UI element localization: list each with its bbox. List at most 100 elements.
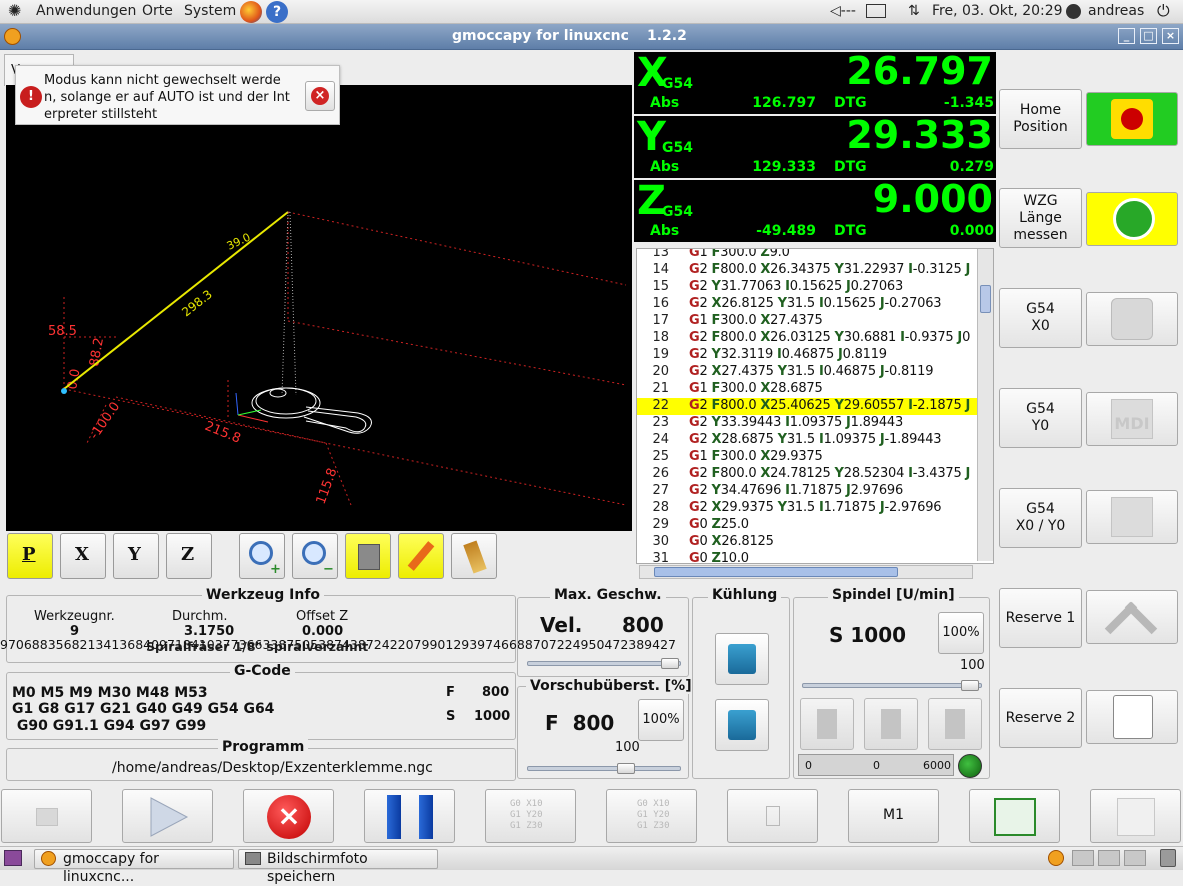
- dro-z[interactable]: Z G54 9.000 Abs -49.489 DTG 0.000: [634, 180, 996, 242]
- view-y-button[interactable]: Y: [113, 533, 159, 579]
- ubuntu-logo-icon[interactable]: ✺: [8, 1, 21, 20]
- mdi-mode-button[interactable]: MDI: [1086, 392, 1178, 446]
- hscroll-thumb[interactable]: [654, 567, 898, 577]
- view-x-button[interactable]: X: [60, 533, 106, 579]
- spindle-stop-button[interactable]: [864, 698, 918, 750]
- gcode-line[interactable]: 25 G1 F300.0 X29.9375: [637, 449, 977, 466]
- trash-icon[interactable]: [1160, 849, 1176, 867]
- spindle-override-knob[interactable]: [961, 680, 979, 691]
- power-icon[interactable]: ⏻: [1157, 1, 1170, 21]
- spindle-override-slider[interactable]: [802, 683, 982, 688]
- run-button[interactable]: [122, 789, 213, 843]
- menu-applications[interactable]: Anwendungen: [36, 3, 136, 19]
- volume-icon[interactable]: ◁---: [830, 3, 856, 19]
- toggle-tool-path-button[interactable]: [398, 533, 444, 579]
- gcode-line[interactable]: 14 G2 F800.0 X26.34375 Y31.22937 I-0.3125…: [637, 262, 977, 279]
- maximize-icon[interactable]: □: [1140, 28, 1157, 44]
- spindle-cw-button[interactable]: [928, 698, 982, 750]
- gcode-line[interactable]: 17 G1 F300.0 X27.4375: [637, 313, 977, 330]
- gcode-line[interactable]: 20 G2 X27.4375 Y31.5 I0.46875 J-0.8119: [637, 364, 977, 381]
- step-button[interactable]: G0 X10 G1 Y20 G1 Z30: [485, 789, 576, 843]
- flood-coolant-button[interactable]: [715, 633, 769, 685]
- close-icon[interactable]: ×: [1162, 28, 1179, 44]
- clear-preview-button[interactable]: [451, 533, 497, 579]
- side-button[interactable]: G54 X0 / Y0: [999, 488, 1082, 548]
- gcode-line[interactable]: 23 G2 Y33.39443 I1.09375 J1.89443: [637, 415, 977, 432]
- user-tabs-button[interactable]: [1086, 690, 1178, 744]
- gcode-line[interactable]: 13 G1 F300.0 Z9.0: [637, 249, 977, 262]
- edit-button[interactable]: [1090, 789, 1181, 843]
- linuxcnc-icon[interactable]: [4, 28, 21, 45]
- stop-button[interactable]: ×: [243, 789, 334, 843]
- workspace-app-icon[interactable]: [1048, 850, 1064, 866]
- gcode-line[interactable]: 31 G0 Z10.0: [637, 551, 977, 563]
- feed-override-reset-button[interactable]: 100%: [638, 699, 684, 741]
- gcode-line[interactable]: 19 G2 Y32.3119 I0.46875 J0.8119: [637, 347, 977, 364]
- side-button[interactable]: Home Position: [999, 89, 1082, 149]
- help-icon[interactable]: ?: [266, 1, 288, 23]
- user-name[interactable]: andreas: [1088, 3, 1144, 19]
- notification-close-button[interactable]: ×: [305, 81, 335, 111]
- view-p-button[interactable]: P: [7, 533, 53, 579]
- gcode-view[interactable]: 13 G1 F300.0 Z9.0 14 G2 F800.0 X26.34375 Y3…: [636, 248, 994, 564]
- dro-x[interactable]: X G54 26.797 Abs 126.797 DTG -1.345: [634, 52, 996, 114]
- zoom-out-button[interactable]: −: [292, 533, 338, 579]
- firefox-icon[interactable]: [240, 1, 262, 23]
- menu-system[interactable]: System: [184, 3, 236, 19]
- gcode-line[interactable]: 28 G2 X29.9375 Y31.5 I1.71875 J-2.97696: [637, 500, 977, 517]
- gcode-line[interactable]: 16 G2 X26.8125 Y31.5 I0.15625 J-0.27063: [637, 296, 977, 313]
- open-file-button[interactable]: [1, 789, 92, 843]
- task-gmoccapy[interactable]: gmoccapy for linuxcnc...: [34, 849, 234, 885]
- skip-block-button[interactable]: [727, 789, 818, 843]
- auto-mode-button[interactable]: [1086, 490, 1178, 544]
- machine-power-button[interactable]: [1086, 192, 1178, 246]
- gcode-preview[interactable]: 58.5 88.2 0.0 -100.0 215.8 115.8 298.3 3…: [6, 85, 632, 531]
- gcode-line[interactable]: 30 G0 X26.8125: [637, 534, 977, 551]
- feed-override-knob[interactable]: [617, 763, 635, 774]
- run-from-line-button[interactable]: G0 X10 G1 Y20 G1 Z30: [606, 789, 697, 843]
- network-icon[interactable]: ⇅: [908, 3, 920, 19]
- gcode-line[interactable]: 22 G2 F800.0 X25.40625 Y29.60557 I-2.1875…: [637, 398, 977, 415]
- menu-places[interactable]: Orte: [142, 3, 173, 19]
- workspace-2[interactable]: [1098, 850, 1120, 866]
- side-button[interactable]: G54 Y0: [999, 388, 1082, 448]
- max-velocity-knob[interactable]: [661, 658, 679, 669]
- pause-button[interactable]: [364, 789, 455, 843]
- optional-stop-button[interactable]: M1: [848, 789, 939, 843]
- workspace-3[interactable]: [1124, 850, 1146, 866]
- manual-mode-button[interactable]: [1086, 292, 1178, 346]
- settings-button[interactable]: [1086, 590, 1178, 644]
- gcode-hscrollbar[interactable]: [639, 565, 973, 579]
- task-screenshot[interactable]: Bildschirmfoto speichern: [238, 849, 438, 885]
- zoom-in-button[interactable]: +: [239, 533, 285, 579]
- gcode-line[interactable]: 29 G0 Z25.0: [637, 517, 977, 534]
- gcode-line[interactable]: 15 G2 Y31.77063 I0.15625 J0.27063: [637, 279, 977, 296]
- gcode-line[interactable]: 18 G2 F800.0 X26.03125 Y30.6881 I-0.9375 …: [637, 330, 977, 347]
- gcode-line[interactable]: 27 G2 Y34.47696 I1.71875 J2.97696: [637, 483, 977, 500]
- dimensions-button[interactable]: [345, 533, 391, 579]
- feed-override-slider[interactable]: [527, 766, 681, 771]
- side-button[interactable]: G54 X0: [999, 288, 1082, 348]
- spindle-override-reset-button[interactable]: 100%: [938, 612, 984, 654]
- gcode-line[interactable]: 26 G2 F800.0 X24.78125 Y28.52304 I-3.4375…: [637, 466, 977, 483]
- spindle-ccw-button[interactable]: [800, 698, 854, 750]
- gcode-line[interactable]: 21 G1 F300.0 X28.6875: [637, 381, 977, 398]
- estop-button[interactable]: [1086, 92, 1178, 146]
- mist-coolant-button[interactable]: [715, 699, 769, 751]
- side-button[interactable]: Reserve 2: [999, 688, 1082, 748]
- gcode-line[interactable]: 24 G2 X28.6875 Y31.5 I1.09375 J-1.89443: [637, 432, 977, 449]
- gcode-vscrollbar[interactable]: [977, 249, 993, 561]
- fullscreen-button[interactable]: [969, 789, 1060, 843]
- max-velocity-slider[interactable]: [527, 661, 681, 666]
- side-button[interactable]: Reserve 1: [999, 588, 1082, 648]
- vscroll-thumb[interactable]: [980, 285, 991, 313]
- side-button[interactable]: WZG Länge messen: [999, 188, 1082, 248]
- workspace-1[interactable]: [1072, 850, 1094, 866]
- show-desktop-icon[interactable]: [4, 850, 22, 866]
- preview-canvas[interactable]: 58.5 88.2 0.0 -100.0 215.8 115.8 298.3 3…: [6, 85, 632, 531]
- clock[interactable]: Fre, 03. Okt, 20:29: [932, 3, 1063, 19]
- view-z-button[interactable]: Z: [166, 533, 212, 579]
- dro-y[interactable]: Y G54 29.333 Abs 129.333 DTG 0.279: [634, 116, 996, 178]
- minimize-icon[interactable]: _: [1118, 28, 1135, 44]
- mail-icon[interactable]: [866, 4, 886, 18]
